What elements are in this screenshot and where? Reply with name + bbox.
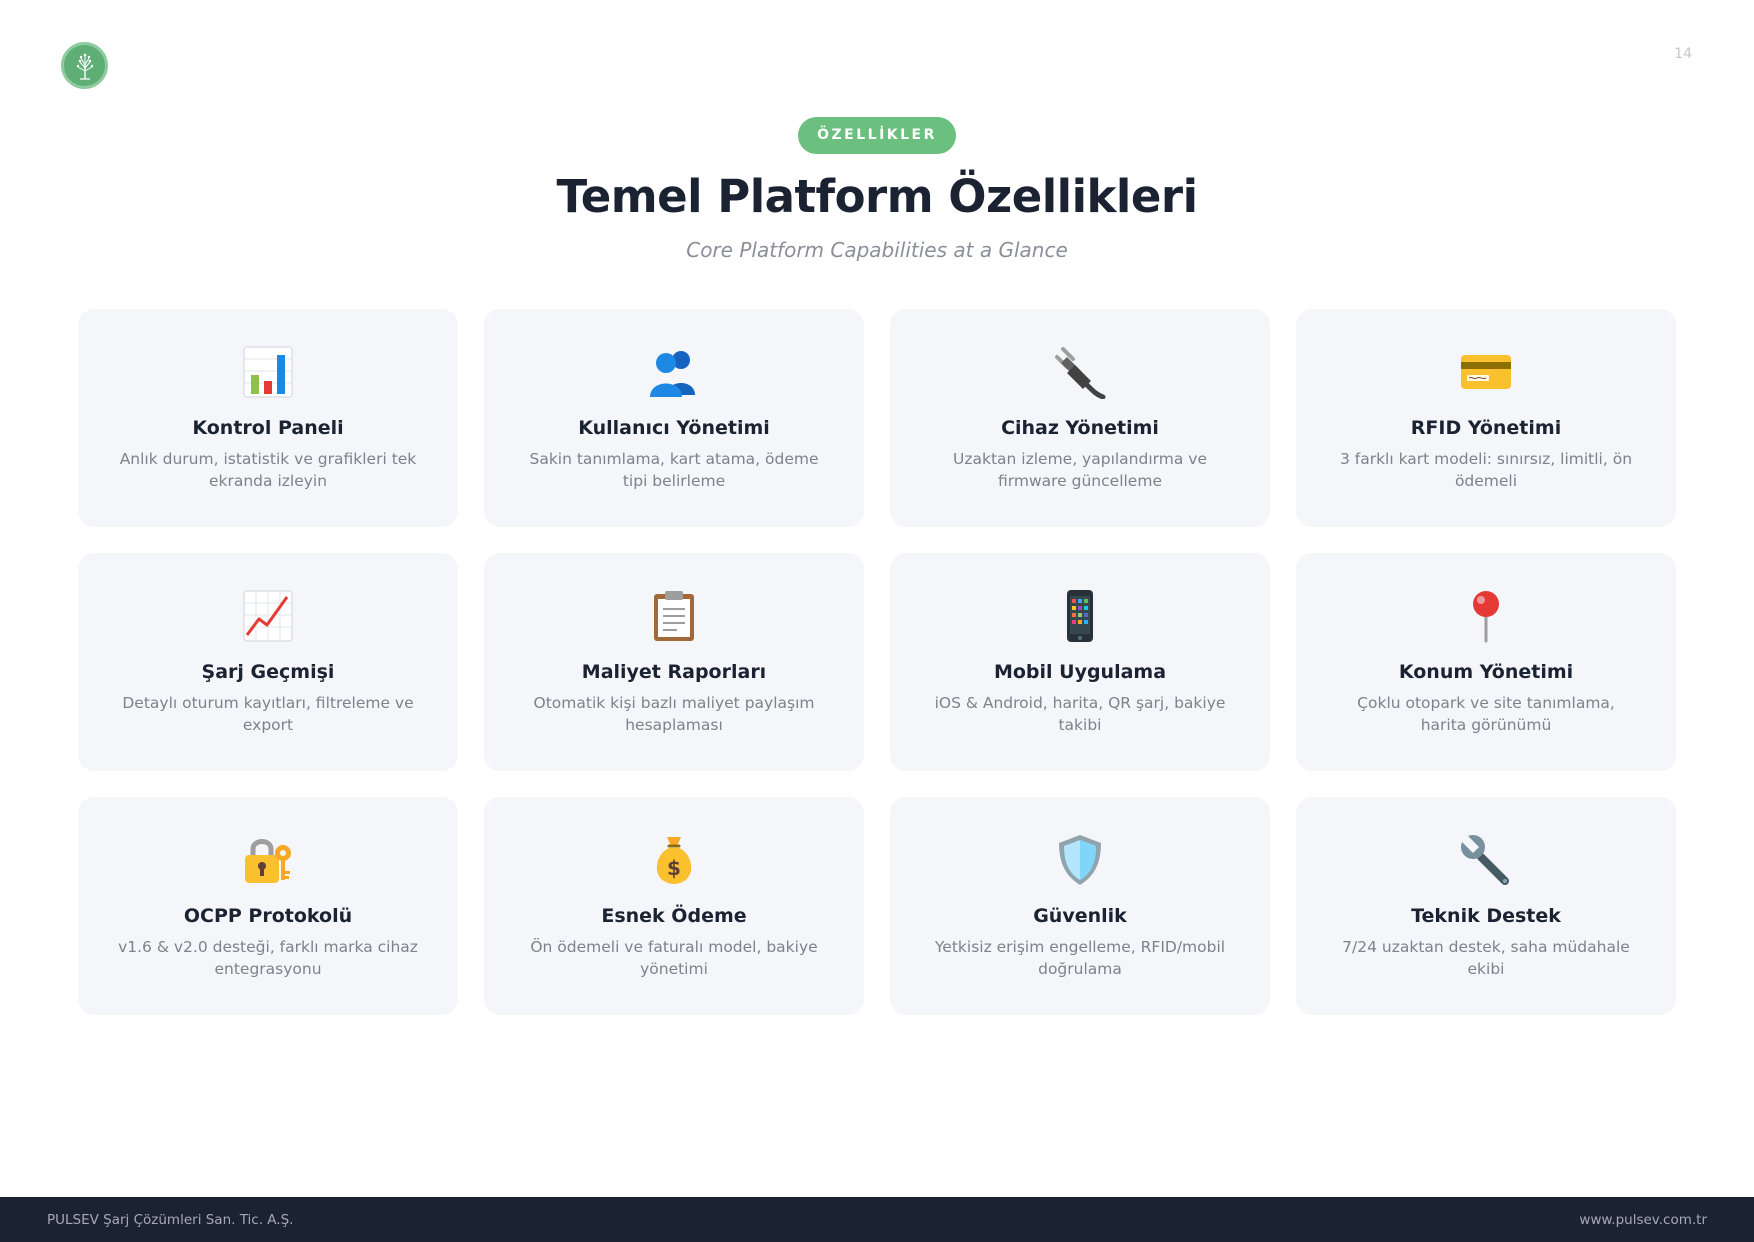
card-title: Cihaz Yönetimi [1001,417,1159,439]
feature-card: Mobil Uygulama iOS & Android, harita, QR… [890,553,1270,771]
card-title: Maliyet Raporları [581,661,767,683]
lock-key-icon [241,833,295,887]
card-title: Kontrol Paneli [192,417,344,439]
logo [61,42,108,89]
card-description: Ön ödemeli ve faturalı model, bakiye yön… [530,938,818,978]
card-description: v1.6 & v2.0 desteği, farklı marka cihaz … [118,938,418,978]
card-title: OCPP Protokolü [183,905,353,927]
plug-icon [1053,345,1107,399]
shield-icon [1053,833,1107,887]
card-description: Otomatik kişi bazlı maliyet paylaşım hes… [533,694,815,734]
feature-card: Teknik Destek 7/24 uzaktan destek, saha … [1296,797,1676,1015]
header: ÖZELLİKLER Temel Platform Özellikleri Co… [0,117,1754,262]
card-description: iOS & Android, harita, QR şarj, bakiye t… [934,694,1226,734]
page-title: Temel Platform Özellikleri [556,170,1199,223]
card-title: Esnek Ödeme [601,905,747,927]
feature-card: Kullanıcı Yönetimi Sakin tanımlama, kart… [484,309,864,527]
card-description: Anlık durum, istatistik ve grafikleri te… [119,450,417,490]
card-description: Çoklu otopark ve site tanımlama, harita … [1357,694,1615,734]
trend-chart-icon [241,589,295,643]
feature-card: Kontrol Paneli Anlık durum, istatistik v… [78,309,458,527]
card-title: Kullanıcı Yönetimi [578,417,770,439]
card-title: Güvenlik [1033,905,1127,927]
feature-card: $ Esnek Ödeme Ön ödemeli ve faturalı mod… [484,797,864,1015]
money-bag-icon: $ [647,833,701,887]
clipboard-icon [647,589,701,643]
card-title: Şarj Geçmişi [201,661,335,683]
section-badge: ÖZELLİKLER [798,117,956,154]
card-description: Yetkisiz erişim engelleme, RFID/mobil do… [934,938,1226,978]
card-description: 3 farklı kart modeli: sınırsız, limitli,… [1339,450,1633,490]
feature-card: RFID Yönetimi 3 farklı kart modeli: sını… [1296,309,1676,527]
mobile-phone-icon [1053,589,1107,643]
page-number: 14 [1674,46,1692,62]
footer: PULSEV Şarj Çözümleri San. Tic. A.Ş. www… [0,1197,1754,1242]
card-description: Detaylı oturum kayıtları, filtreleme ve … [122,694,414,734]
feature-card: Şarj Geçmişi Detaylı oturum kayıtları, f… [78,553,458,771]
page-subtitle: Core Platform Capabilities at a Glance [686,237,1068,262]
users-icon [647,345,701,399]
card-title: RFID Yönetimi [1410,417,1562,439]
bar-chart-icon [241,345,295,399]
card-description: Sakin tanımlama, kart atama, ödeme tipi … [529,450,819,490]
svg-text:$: $ [667,856,681,880]
feature-card: Maliyet Raporları Otomatik kişi bazlı ma… [484,553,864,771]
tree-logo-icon [76,53,93,80]
card-title: Konum Yönetimi [1398,661,1574,683]
location-pin-icon [1459,589,1513,643]
feature-card: Konum Yönetimi Çoklu otopark ve site tan… [1296,553,1676,771]
footer-website-link[interactable]: www.pulsev.com.tr [1579,1212,1707,1228]
feature-card: Güvenlik Yetkisiz erişim engelleme, RFID… [890,797,1270,1015]
credit-card-icon [1459,345,1513,399]
card-title: Teknik Destek [1411,905,1561,927]
card-description: Uzaktan izleme, yapılandırma ve firmware… [953,450,1207,490]
footer-company: PULSEV Şarj Çözümleri San. Tic. A.Ş. [47,1211,294,1228]
feature-card: OCPP Protokolü v1.6 & v2.0 desteği, fark… [78,797,458,1015]
card-description: 7/24 uzaktan destek, saha müdahale ekibi [1342,938,1630,978]
feature-card: Cihaz Yönetimi Uzaktan izleme, yapılandı… [890,309,1270,527]
card-title: Mobil Uygulama [993,661,1167,683]
wrench-icon [1459,833,1513,887]
feature-grid: Kontrol Paneli Anlık durum, istatistik v… [78,309,1676,1015]
